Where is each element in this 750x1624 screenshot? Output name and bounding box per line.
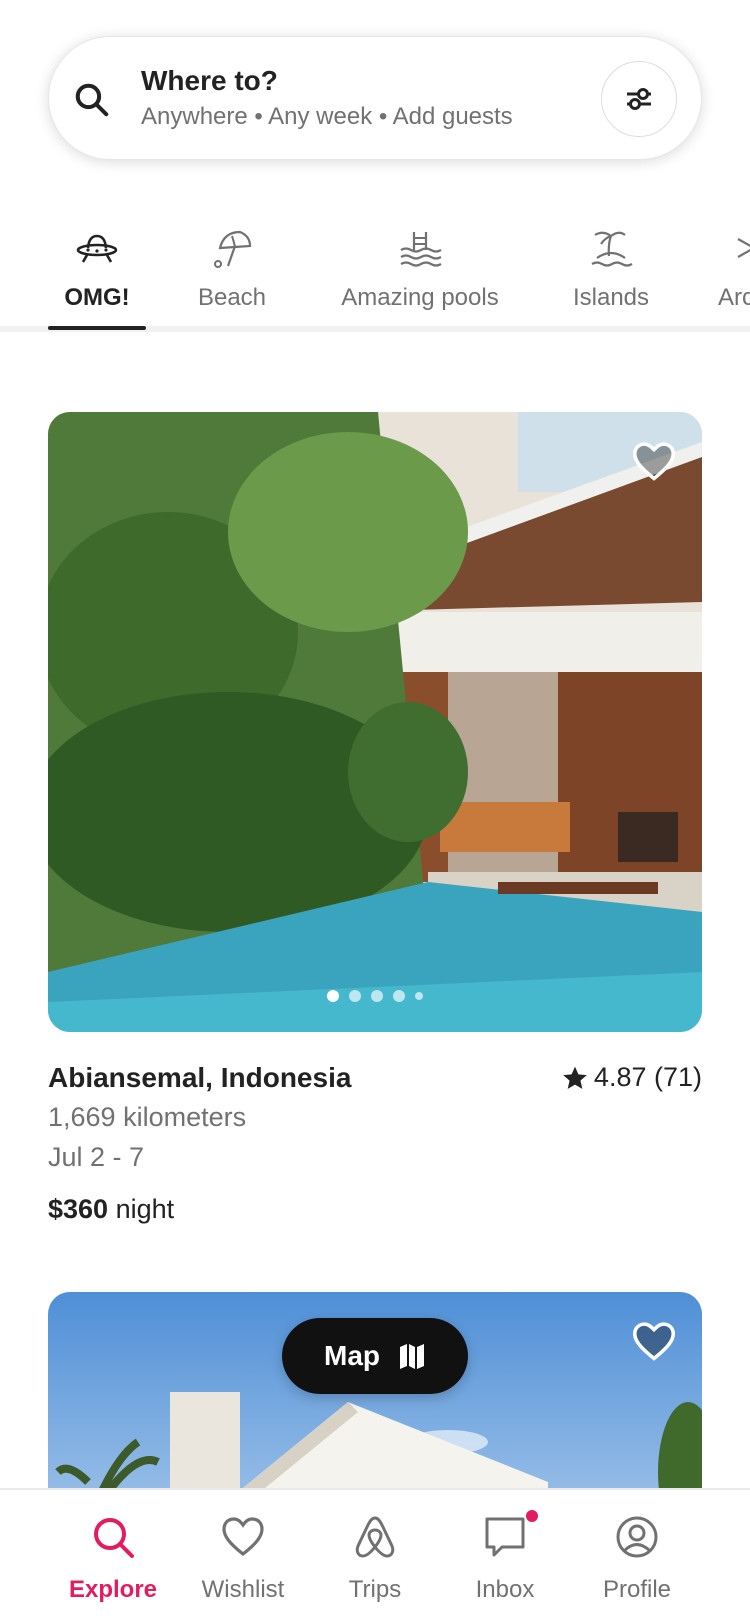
photo-pagination: [48, 990, 702, 1002]
listing-rating: 4.87 (71): [562, 1062, 702, 1093]
map-button-label: Map: [324, 1340, 380, 1371]
nav-explore[interactable]: Explore: [38, 1490, 188, 1624]
bottom-nav: Explore Wishlist Trips Inbox Profile: [0, 1488, 750, 1624]
category-label: Islands: [572, 284, 650, 311]
nav-label: Profile: [602, 1576, 672, 1603]
island-icon: [591, 231, 633, 267]
price-amount: $360: [48, 1194, 109, 1224]
filter-sliders-icon: [627, 88, 651, 110]
category-label: OMG!: [64, 284, 130, 311]
category-label: Arc: [718, 284, 750, 311]
listing-image: [48, 412, 702, 1032]
rating-value: 4.87 (71): [593, 1062, 702, 1092]
listing-photo[interactable]: [48, 412, 702, 1032]
nav-trips[interactable]: Trips: [300, 1490, 450, 1624]
star-icon: [563, 1066, 587, 1089]
listing-location[interactable]: Abiansemal, Indonesia: [48, 1062, 351, 1094]
pagination-dot: [349, 990, 361, 1002]
search-icon: [75, 83, 109, 117]
listing-price: $360 night: [48, 1194, 174, 1225]
nav-label: Wishlist: [201, 1576, 285, 1603]
category-islands[interactable]: Islands: [568, 216, 654, 326]
heart-icon: [222, 1517, 264, 1557]
category-label: Amazing pools: [341, 284, 499, 311]
pagination-dot: [371, 990, 383, 1002]
airbnb-logo-icon: [355, 1516, 395, 1558]
pagination-dot: [415, 992, 423, 1000]
active-indicator: [48, 326, 146, 330]
category-bar: OMG! Beach Amazing pools Islands Arc: [0, 216, 750, 332]
listing-distance: 1,669 kilometers: [48, 1102, 247, 1132]
map-icon: [400, 1344, 424, 1369]
category-amazing-pools[interactable]: Amazing pools: [334, 216, 506, 326]
ufo-icon: [76, 234, 118, 263]
category-arctic[interactable]: Arc: [718, 216, 750, 326]
profile-icon: [616, 1516, 658, 1558]
notification-badge: [524, 1508, 540, 1524]
nav-label: Inbox: [475, 1576, 535, 1603]
nav-label: Explore: [68, 1576, 158, 1603]
nav-profile[interactable]: Profile: [562, 1490, 712, 1624]
pool-icon: [400, 232, 442, 267]
search-bar[interactable]: Where to? Anywhere • Any week • Add gues…: [48, 36, 702, 160]
category-omg[interactable]: OMG!: [48, 216, 146, 330]
nav-wishlist[interactable]: Wishlist: [168, 1490, 318, 1624]
heart-icon[interactable]: [632, 1320, 676, 1364]
message-icon: [485, 1517, 525, 1557]
search-icon: [94, 1518, 134, 1558]
listing-dates: Jul 2 - 7: [48, 1142, 145, 1172]
pagination-dot: [393, 990, 405, 1002]
beach-umbrella-icon: [214, 230, 252, 268]
category-beach[interactable]: Beach: [186, 216, 278, 326]
filter-button[interactable]: [601, 61, 677, 137]
heart-icon[interactable]: [632, 440, 676, 484]
pagination-dot: [327, 990, 339, 1002]
explore-screen: Where to? Anywhere • Any week • Add gues…: [0, 0, 750, 1624]
map-button[interactable]: Map: [282, 1318, 468, 1394]
category-label: Beach: [197, 284, 267, 311]
arctic-icon: [737, 238, 750, 258]
search-subtitle: Anywhere • Any week • Add guests: [141, 103, 513, 130]
nav-inbox[interactable]: Inbox: [430, 1490, 580, 1624]
search-title: Where to?: [141, 65, 278, 96]
nav-label: Trips: [348, 1576, 402, 1603]
price-unit: night: [115, 1194, 175, 1224]
